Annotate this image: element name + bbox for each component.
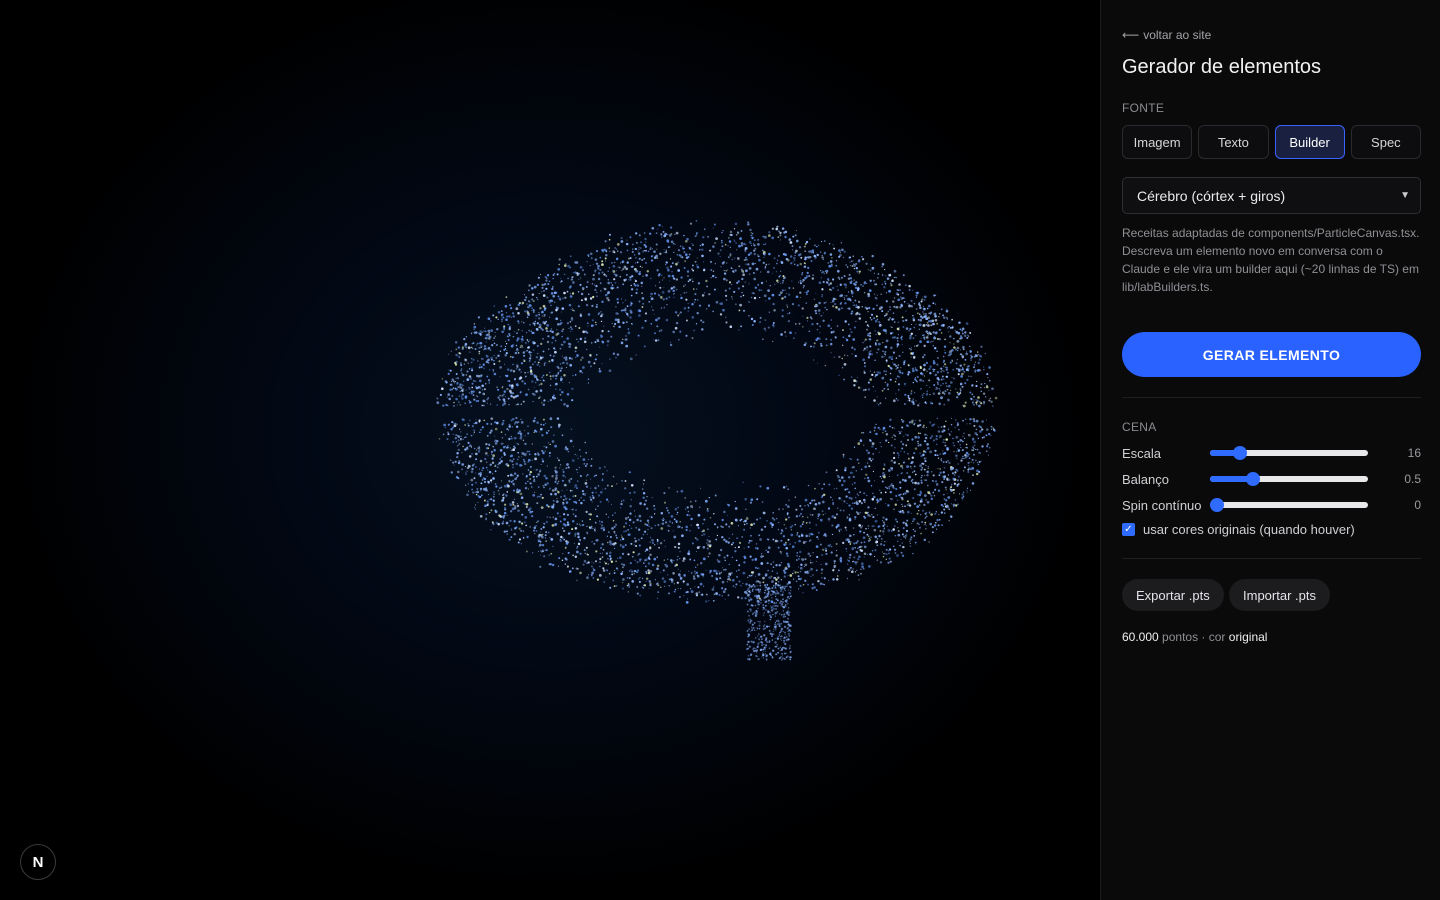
slider-spin-thumb[interactable] <box>1210 498 1224 512</box>
slider-spin: Spin contínuo 0 <box>1122 495 1421 515</box>
points-word: pontos · cor <box>1162 630 1226 644</box>
brain-particle-render <box>436 220 998 661</box>
control-panel: ⟵ voltar ao site Gerador de elementos FO… <box>1100 0 1440 900</box>
source-section-label: FONTE <box>1122 101 1165 115</box>
slider-balanco: Balanço 0.5 <box>1122 469 1421 489</box>
slider-escala-thumb[interactable] <box>1233 446 1248 460</box>
export-pts-button[interactable]: Exportar .pts <box>1122 579 1224 611</box>
original-colors-label: usar cores originais (quando houver) <box>1143 522 1355 537</box>
chevron-down-icon: ▼ <box>1400 190 1410 201</box>
slider-spin-track[interactable] <box>1210 498 1368 512</box>
next-logo-letter: N <box>32 853 44 871</box>
divider <box>1122 558 1421 559</box>
source-tabs: Imagem Texto Builder Spec <box>1122 125 1421 159</box>
generate-element-button[interactable]: GERAR ELEMENTO <box>1122 332 1421 377</box>
back-to-site-link[interactable]: ⟵ voltar ao site <box>1122 28 1211 42</box>
tab-spec[interactable]: Spec <box>1350 125 1421 159</box>
tab-texto[interactable]: Texto <box>1198 125 1269 159</box>
particle-cloud <box>436 220 998 661</box>
slider-spin-value: 0 <box>1414 498 1421 512</box>
builder-select[interactable]: Cérebro (córtex + giros) ▼ <box>1122 177 1421 214</box>
color-mode: original <box>1228 630 1268 644</box>
slider-escala: Escala 16 <box>1122 443 1421 463</box>
point-stats: 60.000 pontos · cor original <box>1122 630 1267 644</box>
slider-balanco-thumb[interactable] <box>1245 472 1260 486</box>
original-colors-toggle[interactable]: ✓ usar cores originais (quando houver) <box>1122 522 1355 537</box>
arrow-left-icon: ⟵ <box>1122 28 1140 42</box>
slider-balanco-track[interactable] <box>1210 472 1368 486</box>
scene-section-label: CENA <box>1122 420 1157 434</box>
particle-canvas[interactable]: N <box>0 0 1100 900</box>
slider-balanco-label: Balanço <box>1122 471 1169 487</box>
slider-balanco-value: 0.5 <box>1404 472 1421 486</box>
builder-description: Receitas adaptadas de components/Particl… <box>1122 226 1420 294</box>
slider-escala-value: 16 <box>1407 446 1421 460</box>
import-pts-button[interactable]: Importar .pts <box>1229 579 1330 611</box>
page-title: Gerador de elementos <box>1122 56 1322 78</box>
builder-select-value: Cérebro (córtex + giros) <box>1137 187 1286 204</box>
next-logo-badge[interactable]: N <box>20 844 56 880</box>
tab-imagem[interactable]: Imagem <box>1122 125 1193 159</box>
slider-spin-label: Spin contínuo <box>1122 497 1202 513</box>
back-link-label: voltar ao site <box>1143 28 1212 42</box>
slider-escala-label: Escala <box>1122 445 1162 461</box>
checkbox-checked-icon[interactable]: ✓ <box>1122 523 1135 536</box>
divider <box>1122 397 1421 398</box>
tab-builder[interactable]: Builder <box>1274 125 1345 159</box>
point-count: 60.000 <box>1122 630 1159 644</box>
slider-escala-track[interactable] <box>1210 446 1368 460</box>
